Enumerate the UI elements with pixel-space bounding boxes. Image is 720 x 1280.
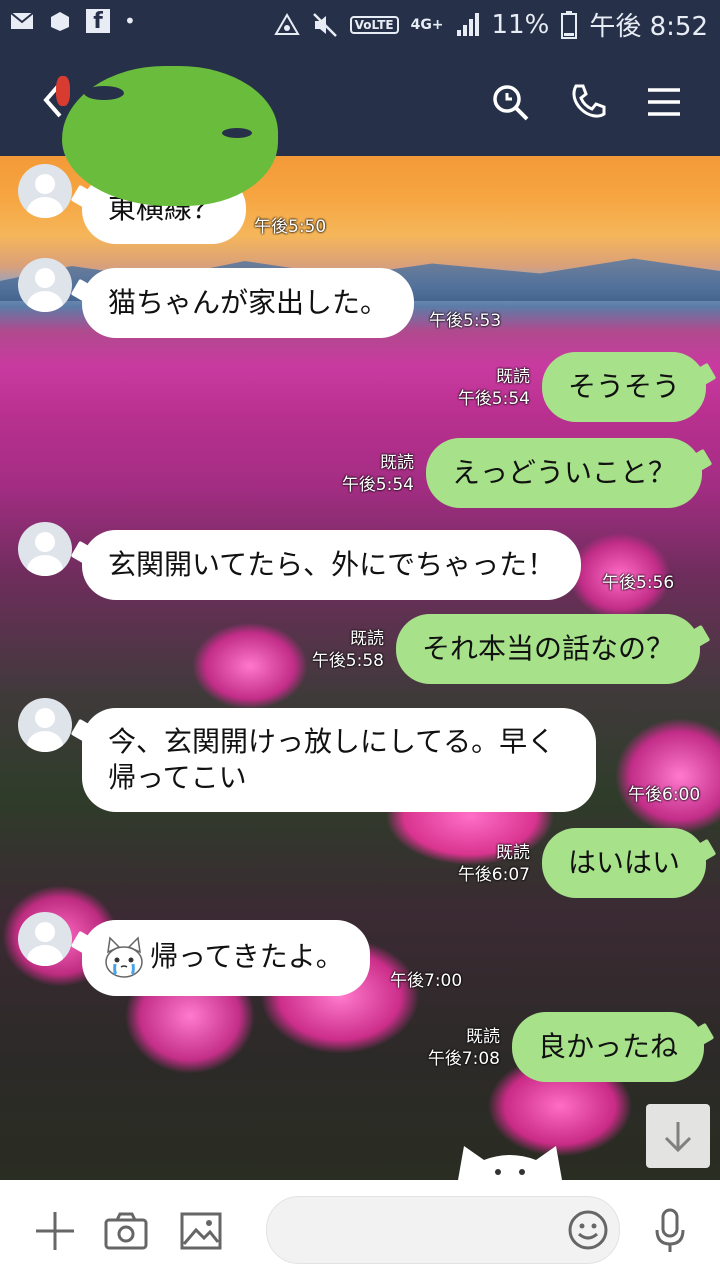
message-text: 今、玄関開けっ放しにしてる。早く帰ってこい <box>108 725 556 794</box>
message-time: 午後6:07 <box>457 865 530 885</box>
message-meta: 既読 午後5:58 <box>290 628 384 672</box>
message-text: はいはい <box>568 846 681 879</box>
message-time: 午後5:58 <box>311 651 384 671</box>
network-type: 4G+ <box>410 16 444 33</box>
message-time: 午後5:56 <box>602 573 675 593</box>
dot-icon: • <box>124 9 136 33</box>
message-text: えっどういこと？ <box>452 456 677 489</box>
message-bubble-incoming[interactable]: 玄関開いてたら、外にでちゃった！ <box>82 530 582 600</box>
avatar[interactable] <box>18 522 72 576</box>
message-text: 良かったね <box>538 1030 679 1063</box>
message-bubble-outgoing[interactable]: えっどういこと？ <box>426 438 703 508</box>
read-receipt: 既読 <box>496 367 530 387</box>
cat-sticker-peek-icon <box>458 1146 562 1180</box>
crying-cat-emoji-icon <box>105 936 143 978</box>
microphone-icon[interactable] <box>654 1208 686 1254</box>
volte-badge: VoLTE <box>349 15 399 34</box>
message-time: 午後7:00 <box>390 971 463 991</box>
app-notification-icon <box>51 12 69 31</box>
message-text: そうそう <box>568 370 681 403</box>
signal-icon <box>456 12 479 36</box>
read-receipt: 既読 <box>466 1027 500 1047</box>
message-bubble-outgoing[interactable]: そうそう <box>542 352 707 422</box>
mail-icon <box>10 12 34 29</box>
message-text: 玄関開いてたら、外にでちゃった！ <box>108 548 556 581</box>
message-time: 午後5:50 <box>254 217 327 237</box>
hamburger-menu-icon[interactable] <box>644 82 684 122</box>
facebook-icon: f <box>86 9 110 34</box>
read-receipt: 既読 <box>350 629 384 649</box>
message-input[interactable] <box>266 1196 620 1264</box>
message-input-bar <box>0 1180 720 1280</box>
message-time: 午後6:00 <box>628 785 701 805</box>
message-text: 帰ってきたよ。 <box>150 940 344 973</box>
avatar[interactable] <box>18 258 72 312</box>
message-time: 午後5:54 <box>341 475 414 495</box>
message-meta: 既読 午後6:07 <box>436 842 530 886</box>
avatar[interactable] <box>18 698 72 752</box>
mute-icon <box>312 12 337 37</box>
message-meta: 既読 午後5:54 <box>436 366 530 410</box>
message-time: 午後7:08 <box>427 1049 500 1069</box>
message-bubble-outgoing[interactable]: はいはい <box>542 828 707 898</box>
battery-percent: 11% <box>491 9 550 40</box>
message-time: 午後5:53 <box>429 311 502 331</box>
message-bubble-incoming[interactable]: 帰ってきたよ。 <box>82 920 370 996</box>
scroll-to-bottom-button[interactable] <box>646 1104 710 1168</box>
clock: 午後 8:52 <box>589 12 708 42</box>
smiley-icon[interactable] <box>567 1209 609 1251</box>
read-receipt: 既読 <box>380 453 414 473</box>
camera-icon[interactable] <box>104 1212 148 1250</box>
message-bubble-outgoing[interactable]: それ本当の話なの？ <box>396 614 701 684</box>
read-receipt: 既読 <box>496 843 530 863</box>
status-bar: f • VoLTE 4G+ 11% 午後 8:52 <box>0 0 720 48</box>
chat-background[interactable]: 東横線？ 午後5:50 猫ちゃんが家出した。 午後5:53 既読 午後5:54 … <box>0 156 720 1180</box>
message-meta: 既読 午後5:54 <box>320 452 414 496</box>
avatar[interactable] <box>18 164 72 218</box>
avatar[interactable] <box>18 912 72 966</box>
message-bubble-incoming[interactable]: 猫ちゃんが家出した。 <box>82 268 415 338</box>
data-saver-icon <box>273 12 300 35</box>
message-text: 猫ちゃんが家出した。 <box>108 286 389 319</box>
message-meta: 既読 午後7:08 <box>406 1026 500 1070</box>
chat-header <box>0 48 720 206</box>
message-time: 午後5:54 <box>457 389 530 409</box>
arrow-down-icon <box>664 1122 692 1153</box>
image-icon[interactable] <box>180 1212 222 1250</box>
message-text: それ本当の話なの？ <box>422 632 675 665</box>
search-icon[interactable] <box>490 82 530 122</box>
phone-icon[interactable] <box>568 82 608 122</box>
redacted-chat-title <box>56 66 278 206</box>
battery-icon <box>561 10 578 39</box>
plus-icon[interactable] <box>34 1210 76 1252</box>
message-bubble-outgoing[interactable]: 良かったね <box>512 1012 705 1082</box>
message-bubble-incoming[interactable]: 今、玄関開けっ放しにしてる。早く帰ってこい <box>82 708 596 812</box>
